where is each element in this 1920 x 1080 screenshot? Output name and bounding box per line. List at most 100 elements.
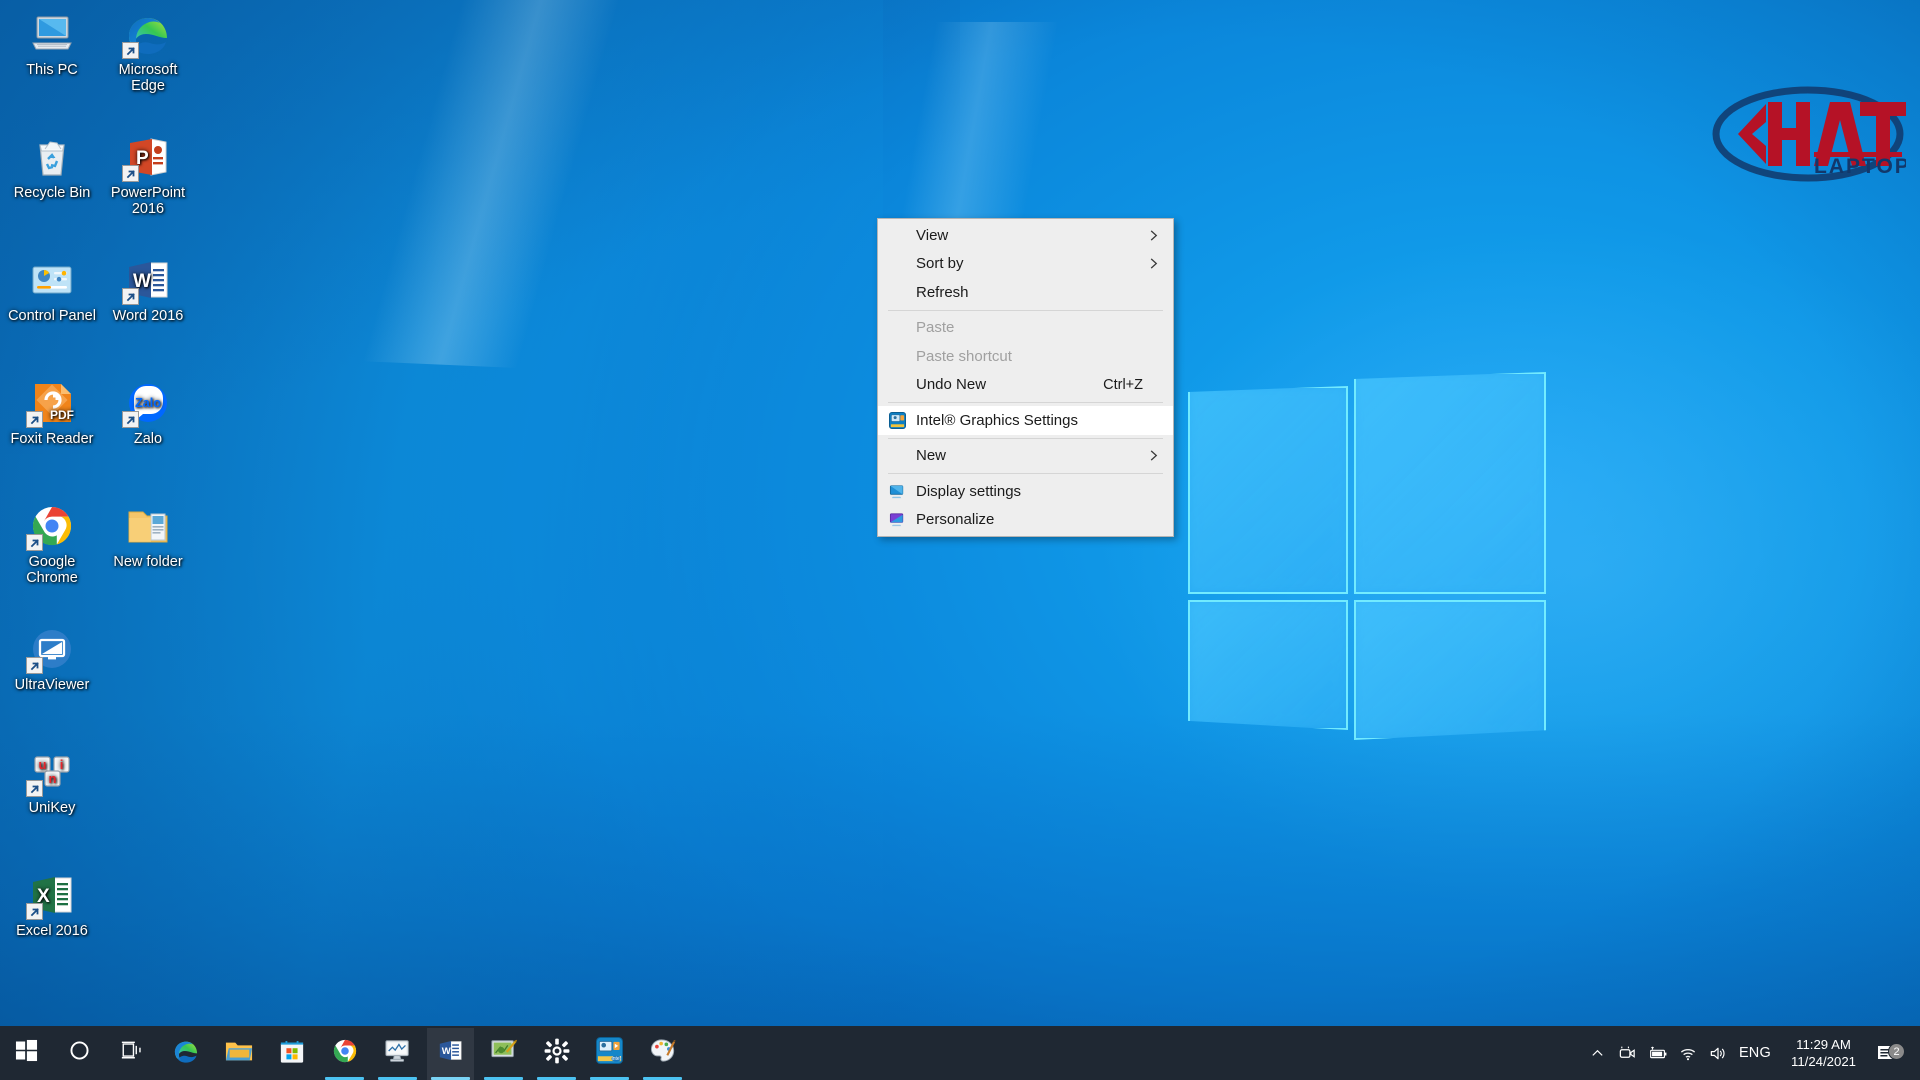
svg-text:u: u <box>39 757 47 772</box>
display-settings-icon <box>878 480 916 502</box>
desktop-icon-label: UniKey <box>28 800 76 816</box>
powerpoint-icon: P <box>122 133 172 182</box>
desktop-icon-label: Zalo <box>133 431 163 447</box>
svg-text:n: n <box>49 771 57 786</box>
paint-icon <box>649 1037 676 1069</box>
desktop-icon-label: Recycle Bin <box>13 185 91 201</box>
chrome-icon <box>331 1037 359 1070</box>
chrome-icon <box>26 502 76 551</box>
wifi-icon[interactable] <box>1673 1044 1703 1063</box>
context-menu-item-label: Refresh <box>916 283 969 301</box>
context-menu-separator <box>888 473 1163 474</box>
edge-taskbar-button[interactable] <box>159 1026 212 1080</box>
edge-icon <box>122 10 172 59</box>
microsoft-store-button[interactable] <box>265 1026 318 1080</box>
language-indicator[interactable]: ENG <box>1733 1045 1781 1061</box>
control-panel-icon <box>28 256 76 304</box>
word-taskbar-button[interactable]: W <box>424 1026 477 1080</box>
desktop-icon-label: PowerPoint 2016 <box>110 185 186 217</box>
desktop-context-menu[interactable]: View Sort by Refresh Paste Paste shortcut Und… <box>877 218 1174 537</box>
context-menu-item-label: New <box>916 447 947 465</box>
desktop-icon-microsoft-edge[interactable]: Microsoft Edge <box>100 10 196 94</box>
desktop-icon-google-chrome[interactable]: Google Chrome <box>4 502 100 586</box>
context-menu-separator <box>888 437 1163 439</box>
shortcut-overlay-icon <box>26 534 43 551</box>
intel-graphics-taskbar-button[interactable]: intel <box>583 1026 636 1080</box>
word-icon: W <box>122 256 172 305</box>
context-menu-item-personalize[interactable]: Personalize <box>878 506 1173 535</box>
desktop-icon-unikey[interactable]: uin UniKey <box>4 748 100 817</box>
desktop-icon-label: Word 2016 <box>112 308 184 324</box>
shortcut-overlay-icon <box>26 780 43 797</box>
system-tray[interactable]: ENG 11:29 AM 11/24/2021 2 <box>1583 1026 1920 1080</box>
desktop-icon-label: This PC <box>26 62 78 78</box>
desktop-icon-recycle-bin[interactable]: Recycle Bin <box>4 133 100 202</box>
menu-item-no-icon <box>878 345 916 367</box>
context-menu-item-display-settings[interactable]: Display settings <box>878 477 1173 506</box>
edge-icon <box>172 1037 200 1070</box>
context-menu-item-label: View <box>916 226 949 244</box>
clock[interactable]: 11:29 AM 11/24/2021 <box>1781 1036 1866 1070</box>
context-menu-item-label: Paste shortcut <box>916 347 1012 365</box>
start-button[interactable] <box>0 1026 53 1080</box>
desktop-icon-label: Microsoft Edge <box>118 62 178 94</box>
settings-taskbar-button[interactable] <box>530 1026 583 1080</box>
context-menu-item-label: Sort by <box>916 255 964 273</box>
hero-pane-top-right <box>1354 372 1546 594</box>
desktop-icon-label: UltraViewer <box>14 677 90 693</box>
context-menu-item-label: Personalize <box>916 511 995 529</box>
desktop-icon-control-panel[interactable]: Control Panel <box>4 256 100 325</box>
volume-icon[interactable] <box>1703 1044 1733 1063</box>
context-menu-item-label: Paste <box>916 319 955 337</box>
desktop-icon-excel-2016[interactable]: X Excel 2016 <box>4 871 100 940</box>
task-view-button[interactable] <box>106 1026 159 1080</box>
desktop-icon-ultraviewer[interactable]: UltraViewer <box>4 625 100 694</box>
context-menu-item-refresh[interactable]: Refresh <box>878 278 1173 307</box>
chat-laptop-watermark: LAPTOP <box>1710 78 1909 190</box>
file-explorer-button[interactable] <box>212 1026 265 1080</box>
context-menu-item-undo-new[interactable]: Undo New Ctrl+Z <box>878 371 1173 400</box>
context-menu-item-sort-by[interactable]: Sort by <box>878 250 1173 279</box>
desktop-icon-this-pc[interactable]: This PC <box>4 10 100 79</box>
task-view-icon <box>120 1039 146 1067</box>
desktop-icon-foxit-reader[interactable]: PDF Foxit Reader <box>4 379 100 448</box>
taskbar[interactable]: W intel ENG 11:29 AM 11/24/2021 2 <box>0 1026 1920 1080</box>
desktop-icon-zalo[interactable]: Zalo Zalo <box>100 379 196 448</box>
file-explorer-icon <box>225 1038 253 1069</box>
word-icon: W <box>437 1037 464 1069</box>
intel-graphics-icon: intel <box>596 1037 623 1069</box>
chevron-right-icon <box>1143 449 1163 462</box>
webcam-icon[interactable] <box>1613 1044 1643 1063</box>
context-menu-item-label: Display settings <box>916 482 1022 500</box>
clock-date: 11/24/2021 <box>1790 1054 1856 1069</box>
cortana-button[interactable] <box>53 1026 106 1080</box>
context-menu-item-label: Undo New <box>916 376 987 394</box>
hero-pane-bottom-right <box>1354 600 1546 740</box>
chrome-taskbar-button[interactable] <box>318 1026 371 1080</box>
hero-pane-bottom-left <box>1188 600 1348 730</box>
shortcut-overlay-icon <box>26 411 43 428</box>
context-menu-item-paste: Paste <box>878 314 1173 343</box>
battery-charging-icon[interactable] <box>1643 1044 1673 1063</box>
shortcut-overlay-icon <box>122 42 139 59</box>
context-menu-item-intel-graphics-settings[interactable]: Intel® Graphics Settings <box>878 406 1173 435</box>
action-center-icon[interactable]: 2 <box>1866 1042 1906 1064</box>
task-manager-button[interactable] <box>371 1026 424 1080</box>
paint-taskbar-button[interactable] <box>636 1026 689 1080</box>
chevron-up-icon[interactable] <box>1583 1046 1613 1061</box>
zalo-icon: Zalo <box>122 379 172 428</box>
desktop-icon-label: Foxit Reader <box>10 431 94 447</box>
menu-item-no-icon <box>878 253 916 275</box>
ultraviewer-taskbar-button[interactable] <box>477 1026 530 1080</box>
clock-time: 11:29 AM <box>1796 1037 1851 1052</box>
recycle-bin-icon <box>28 133 76 181</box>
desktop-icon-new-folder[interactable]: New folder <box>100 502 196 571</box>
desktop-icon-word-2016[interactable]: W Word 2016 <box>100 256 196 325</box>
computer-icon <box>28 10 76 58</box>
desktop-icon-powerpoint-2016[interactable]: P PowerPoint 2016 <box>100 133 196 217</box>
desktop-wallpaper[interactable]: LAPTOP <box>0 0 1920 1080</box>
context-menu-item-new[interactable]: New <box>878 442 1173 471</box>
gear-icon <box>544 1038 570 1069</box>
hero-pane-top-left <box>1188 386 1348 594</box>
context-menu-item-view[interactable]: View <box>878 221 1173 250</box>
